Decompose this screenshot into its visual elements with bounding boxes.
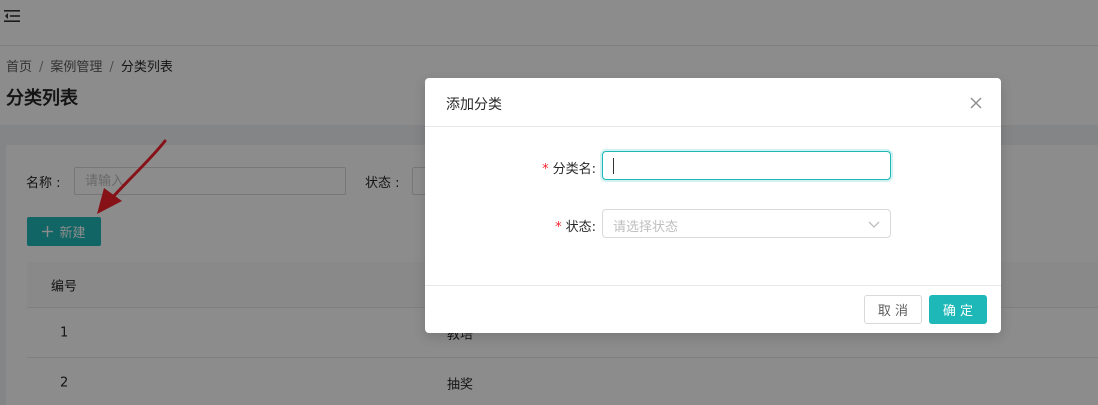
category-name-input[interactable] bbox=[602, 151, 891, 180]
modal-footer: 取 消 确 定 bbox=[425, 285, 1001, 333]
required-mark: * bbox=[542, 162, 549, 177]
modal-header: 添加分类 bbox=[425, 78, 1001, 127]
status-select[interactable]: 请选择状态 bbox=[602, 209, 891, 238]
chevron-down-icon bbox=[868, 221, 880, 228]
status-select-placeholder: 请选择状态 bbox=[613, 220, 679, 235]
close-icon[interactable] bbox=[969, 96, 983, 110]
required-mark: * bbox=[555, 220, 562, 235]
category-name-label: * 分类名: bbox=[542, 158, 596, 177]
text-cursor bbox=[613, 158, 614, 174]
status-label: * 状态: bbox=[555, 216, 596, 235]
ok-button[interactable]: 确 定 bbox=[929, 295, 987, 324]
cancel-button[interactable]: 取 消 bbox=[864, 295, 922, 324]
category-name-label-text: 分类名: bbox=[552, 162, 596, 177]
add-category-modal: 添加分类 * 分类名: * 状态: 请选择状态 取 消 确 定 bbox=[425, 78, 1001, 333]
modal-title: 添加分类 bbox=[446, 97, 502, 113]
status-label-text: 状态: bbox=[565, 220, 596, 235]
